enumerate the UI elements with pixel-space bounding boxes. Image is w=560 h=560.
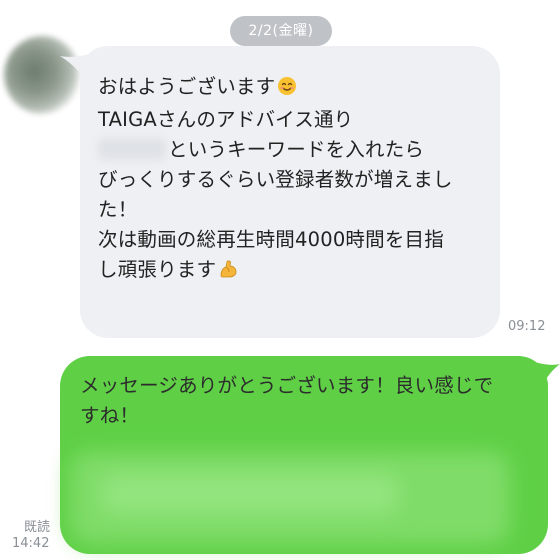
outgoing-message-bubble[interactable]: メッセージありがとうございます！良い感じで すね！ [60,356,548,554]
blurred-keyword [98,138,166,160]
incoming-timestamp: 09:12 [508,319,546,334]
incoming-message-bubble[interactable]: おはようございます TAIGAさんのアドバイス通り というキーワードを入れたら … [80,46,500,338]
read-receipt-label: 既読 [24,520,51,535]
incoming-line-3: というキーワードを入れたら [168,138,425,161]
incoming-line-4: びっくりするぐらい登録者数が増えまし [98,168,453,191]
flexed-biceps-icon [218,258,238,288]
outgoing-line-2: すね！ [80,404,140,427]
outgoing-line-1: メッセージありがとうございます！良い感じで [80,374,494,397]
smiling-face-icon [277,75,297,105]
incoming-line-2: TAIGAさんのアドバイス通り [98,108,354,131]
incoming-line-1: おはようございます [98,75,276,98]
outgoing-timestamp: 14:42 [12,536,50,551]
incoming-line-7: し頑張ります [98,258,217,281]
incoming-message-text: おはようございます TAIGAさんのアドバイス通り というキーワードを入れたら … [98,72,490,288]
incoming-line-5: た！ [98,198,138,221]
outgoing-message-text: メッセージありがとうございます！良い感じで すね！ [80,371,540,431]
blurred-message-content-highlight [100,474,400,514]
incoming-line-6: 次は動画の総再生時間4000時間を目指 [98,228,444,251]
date-separator: 2/2(金曜) [230,16,332,46]
